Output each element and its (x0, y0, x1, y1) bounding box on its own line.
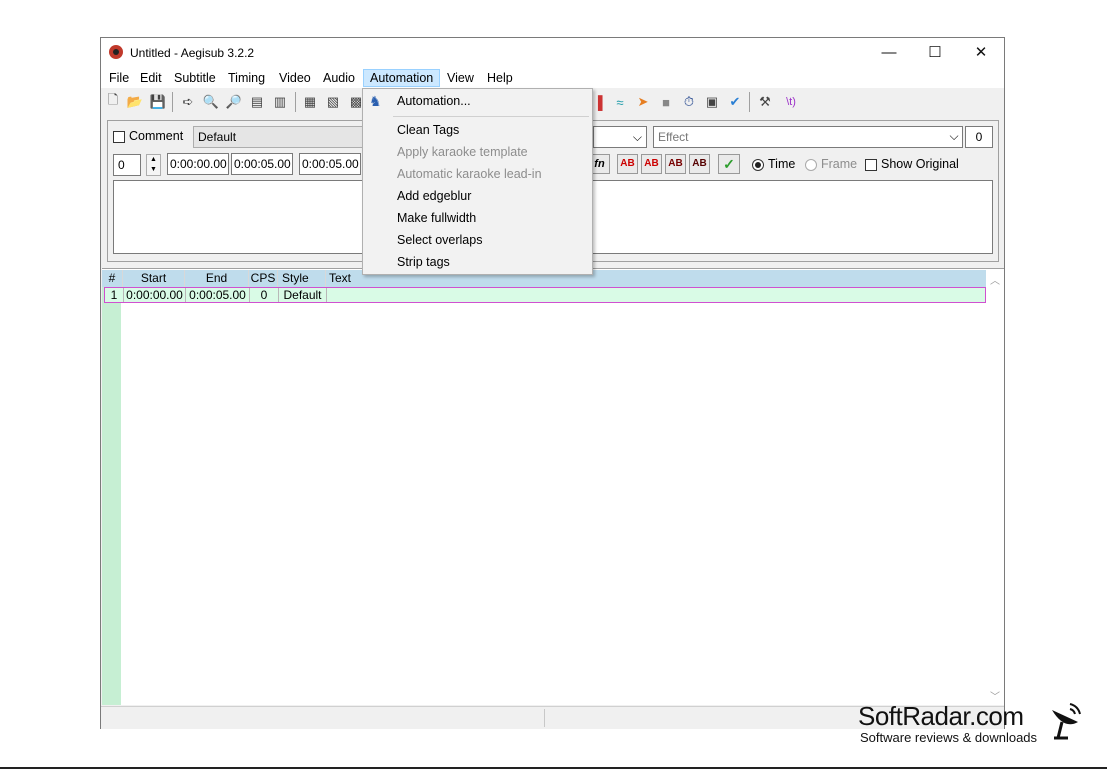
menu-item-clean-tags[interactable]: Clean Tags (397, 119, 459, 141)
time-label: Time (768, 157, 796, 171)
row-number: 1 (105, 288, 124, 302)
watermark-title: SoftRadar.com (858, 701, 1024, 731)
frame-radio[interactable] (805, 159, 817, 171)
tools-icon[interactable]: ⚒ (756, 93, 774, 111)
subtitle-icon[interactable]: ▦ (301, 93, 319, 111)
frame-label: Frame (821, 157, 858, 171)
row-cps: 0 (250, 288, 279, 302)
title-bar: Untitled - Aegisub 3.2.2 — ☐ ✕ (101, 38, 1004, 68)
outline-color-button[interactable]: AB (665, 154, 686, 174)
menu-item-make-fullwidth[interactable]: Make fullwidth (397, 207, 476, 229)
close-button[interactable]: ✕ (958, 38, 1004, 68)
fish-icon[interactable]: ➤ (634, 93, 652, 111)
new-file-icon[interactable]: 🗋 (104, 92, 122, 111)
row-end: 0:00:05.00 (186, 288, 250, 302)
col-number: # (102, 270, 123, 287)
scroll-up-icon[interactable]: ︿ (990, 272, 1000, 287)
actor-combo-arrow[interactable]: ⌵ (593, 126, 647, 148)
save-icon[interactable]: 💾 (149, 93, 167, 111)
layer-spinner[interactable]: ▲ ▼ (146, 154, 161, 176)
col-cps: CPS (249, 270, 278, 287)
menu-file[interactable]: File (103, 69, 135, 87)
menu-item-automation[interactable]: Automation... (397, 90, 471, 112)
col-start: Start (123, 270, 185, 287)
commit-button[interactable]: ✓ (718, 154, 740, 174)
row-start: 0:00:00.00 (124, 288, 186, 302)
window-title: Untitled - Aegisub 3.2.2 (130, 46, 255, 60)
effect-field[interactable]: Effect (653, 126, 963, 148)
table-row[interactable]: 1 0:00:00.00 0:00:05.00 0 Default (104, 287, 986, 303)
menu-item-automatic-karaoke-lead-in: Automatic karaoke lead-in (397, 167, 542, 181)
menu-item-add-edgeblur[interactable]: Add edgeblur (397, 185, 471, 207)
menu-video[interactable]: Video (273, 69, 317, 87)
start-time-field[interactable]: 0:00:00.00 (167, 153, 229, 175)
end-time-field[interactable]: 0:00:05.00 (231, 153, 293, 175)
satellite-dish-icon (1048, 700, 1084, 740)
stop-icon[interactable]: ■ (657, 93, 675, 111)
menu-timing[interactable]: Timing (222, 69, 271, 87)
jump-icon[interactable]: ➪ (179, 93, 197, 111)
menu-item-select-overlaps[interactable]: Select overlaps (397, 229, 482, 251)
row-style: Default (279, 288, 327, 302)
menu-subtitle[interactable]: Subtitle (168, 69, 222, 87)
layer-field[interactable]: 0 (113, 154, 141, 176)
automation-dropdown-menu: ♞ Automation... Clean Tags Apply karaoke… (362, 88, 593, 275)
show-original-label: Show Original (881, 157, 959, 171)
spellcheck-icon[interactable]: ✔ (726, 93, 744, 111)
primary-color-button[interactable]: AB (617, 154, 638, 174)
zoom-out-icon[interactable]: 🔎 (225, 93, 243, 111)
menu-help[interactable]: Help (481, 69, 519, 87)
menu-view[interactable]: View (441, 69, 480, 87)
status-divider (544, 709, 545, 727)
clock-icon[interactable]: ⏱ (680, 93, 698, 111)
comment-label: Comment (129, 129, 184, 143)
menu-item-apply-karaoke-template: Apply karaoke template (397, 145, 528, 159)
col-end: End (185, 270, 249, 287)
style-combo[interactable]: Default (193, 126, 365, 148)
video-icon[interactable]: ▤ (248, 93, 266, 111)
menu-separator (393, 116, 589, 117)
subtitle-alt-icon[interactable]: ▧ (324, 93, 342, 111)
shadow-color-button[interactable]: AB (689, 154, 710, 174)
wave-icon[interactable]: ≈ (611, 93, 629, 111)
subtitle-grid[interactable]: # Start End CPS Style Text 1 0:00:00.00 … (102, 268, 1004, 705)
code-icon[interactable]: \t) (779, 93, 803, 111)
row-indicator-bar (102, 287, 121, 705)
comment-checkbox[interactable] (113, 131, 125, 143)
toolbar-separator (172, 92, 173, 112)
menu-edit[interactable]: Edit (134, 69, 168, 87)
tag-icon[interactable]: ▣ (703, 93, 721, 111)
maximize-button[interactable]: ☐ (912, 38, 958, 68)
secondary-color-button[interactable]: AB (641, 154, 662, 174)
effect-dropdown-icon[interactable]: ⌵ (947, 126, 961, 148)
menu-audio[interactable]: Audio (317, 69, 361, 87)
duration-field[interactable]: 0:00:05.00 (299, 153, 361, 175)
aegisub-logo-icon (109, 45, 123, 59)
toolbar-separator (295, 92, 296, 112)
automation-script-icon: ♞ (369, 93, 382, 109)
show-original-checkbox[interactable] (865, 159, 877, 171)
margin-field[interactable]: 0 (965, 126, 993, 148)
time-radio[interactable] (752, 159, 764, 171)
toolbar-separator (749, 92, 750, 112)
video-zoom-icon[interactable]: ▥ (271, 93, 289, 111)
col-style: Style (278, 270, 326, 287)
open-folder-icon[interactable]: 📂 (126, 93, 144, 111)
watermark-subtitle: Software reviews & downloads (860, 730, 1038, 745)
grid-scrollbar[interactable]: ︿ ﹀ (987, 270, 1004, 705)
minimize-button[interactable]: — (866, 38, 912, 68)
row-text (327, 288, 977, 302)
menu-automation[interactable]: Automation (363, 69, 441, 87)
zoom-in-icon[interactable]: 🔍 (202, 93, 220, 111)
menu-item-strip-tags[interactable]: Strip tags (397, 251, 450, 273)
menu-bar: File Edit Subtitle Timing Video Audio Au… (101, 68, 1004, 88)
